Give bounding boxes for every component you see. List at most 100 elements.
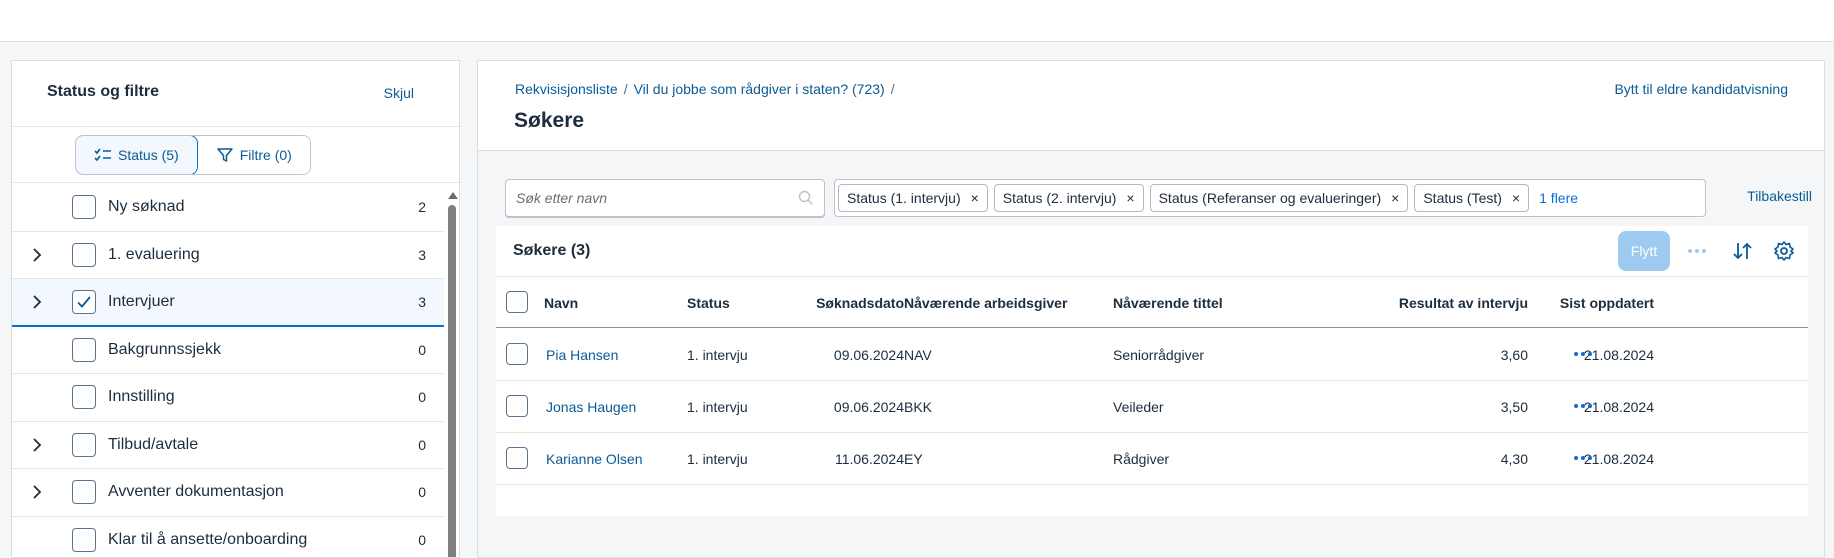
status-item-1-evaluering[interactable]: 1. evaluering 3	[12, 231, 444, 279]
chevron-right-icon[interactable]	[30, 485, 44, 499]
filter-token[interactable]: Status (2. intervju) ×	[993, 184, 1144, 212]
row-actions-icon[interactable]	[1574, 404, 1592, 408]
panel-title: Status og filtre	[47, 83, 160, 100]
status-filter-tokenizer[interactable]: Status (1. intervju) × Status (2. interv…	[834, 179, 1706, 217]
checkmark-icon	[77, 296, 91, 308]
token-close-icon[interactable]: ×	[1512, 190, 1520, 206]
applicant-name-link[interactable]: Pia Hansen	[546, 347, 618, 363]
breadcrumb: Rekvisisjonsliste / Vil du jobbe som rådgi…	[515, 81, 901, 97]
scroll-up-arrow-icon[interactable]	[448, 192, 458, 199]
reset-filters-link[interactable]: Tilbakestill	[1747, 188, 1812, 204]
scrollbar-thumb[interactable]	[448, 205, 456, 557]
column-header-last-updated[interactable]: Sist oppdatert	[1560, 295, 1654, 311]
token-label: Status (1. intervju)	[847, 190, 961, 206]
status-count: 0	[418, 484, 426, 501]
token-label: Status (2. intervju)	[1002, 190, 1117, 206]
status-item-bakgrunnssjekk[interactable]: Bakgrunnssjekk 0	[12, 326, 444, 374]
status-segment-button[interactable]: Status (5)	[75, 136, 198, 174]
chevron-right-icon[interactable]	[30, 438, 44, 452]
status-checkbox[interactable]	[72, 242, 96, 267]
row-checkbox[interactable]	[506, 447, 528, 469]
applicant-name-link[interactable]: Karianne Olsen	[546, 451, 643, 467]
column-header-status[interactable]: Status	[687, 295, 730, 311]
table-title: Søkere (3)	[513, 242, 591, 259]
status-checkbox[interactable]	[72, 432, 96, 457]
status-count: 0	[418, 531, 426, 548]
breadcrumb-separator: /	[890, 81, 895, 97]
status-checkbox[interactable]	[72, 337, 96, 362]
status-label: Tilbud/avtale	[108, 435, 199, 453]
cell-status: 1. intervju	[687, 347, 748, 363]
status-segment-label: Status (5)	[118, 147, 179, 163]
status-checkbox[interactable]	[72, 195, 96, 220]
status-item-innstilling[interactable]: Innstilling 0	[12, 374, 444, 422]
column-header-current-title[interactable]: Nåværende tittel	[1113, 295, 1223, 311]
status-item-tilbud-avtale[interactable]: Tilbud/avtale 0	[12, 421, 444, 469]
checklist-icon	[94, 148, 111, 162]
sort-icon[interactable]	[1730, 238, 1756, 264]
panel-header: Status og filtre Skjul	[12, 61, 459, 127]
status-checkbox[interactable]	[72, 527, 96, 552]
cell-current-title: Rådgiver	[1113, 451, 1170, 467]
segmented-button: Status (5) Filtre (0)	[75, 135, 311, 175]
row-actions-icon[interactable]	[1574, 456, 1592, 460]
cell-status: 1. intervju	[687, 451, 748, 467]
token-close-icon[interactable]: ×	[971, 190, 979, 206]
cell-status: 1. intervju	[687, 399, 748, 415]
row-actions-icon[interactable]	[1574, 352, 1592, 356]
cell-current-title: Seniorrådgiver	[1113, 347, 1205, 363]
cell-current-employer: BKK	[904, 399, 933, 415]
table-header-row: Navn Status Søknadsdato Nåværende arbeid…	[496, 276, 1808, 328]
breadcrumb-separator: /	[623, 81, 628, 97]
status-item-klar-til-a-ansette[interactable]: Klar til å ansette/onboarding 0	[12, 516, 444, 557]
chevron-right-icon[interactable]	[30, 295, 44, 309]
applicants-panel: Rekvisisjonsliste / Vil du jobbe som rådgi…	[477, 60, 1825, 558]
table-row[interactable]: Jonas Haugen 1. intervju 09.06.2024 BKK …	[496, 381, 1808, 433]
status-item-avventer-dokumentasjon[interactable]: Avventer dokumentasjon 0	[12, 469, 444, 517]
cell-last-updated: 21.08.2024	[1583, 347, 1654, 363]
status-label: Innstilling	[108, 388, 175, 406]
row-checkbox[interactable]	[506, 343, 528, 365]
cell-application-date: 11.06.2024	[834, 451, 904, 467]
filter-token[interactable]: Status (1. intervju) ×	[838, 184, 988, 212]
column-header-current-employer[interactable]: Nåværende arbeidsgiver	[904, 295, 1067, 311]
breadcrumb-job-posting[interactable]: Vil du jobbe som rådgiver i staten? (723…	[634, 81, 885, 97]
column-header-interview-result[interactable]: Resultat av intervju	[1399, 295, 1528, 311]
status-checkbox[interactable]	[72, 385, 96, 410]
search-placeholder: Søk etter navn	[516, 190, 608, 206]
status-item-ny-soknad[interactable]: Ny søknad 2	[12, 184, 444, 232]
column-header-application-date[interactable]: Søknadsdato	[816, 295, 904, 311]
row-checkbox[interactable]	[506, 395, 528, 417]
segment-bar: Status (5) Filtre (0)	[12, 127, 459, 183]
token-label: Status (Test)	[1423, 190, 1502, 206]
status-checkbox-checked[interactable]	[72, 289, 96, 314]
table-row[interactable]: Karianne Olsen 1. intervju 11.06.2024 EY…	[496, 433, 1808, 485]
status-label: Ny søknad	[108, 198, 185, 216]
table-row[interactable]: Pia Hansen 1. intervju 09.06.2024 NAV Se…	[496, 329, 1808, 381]
filters-segment-label: Filtre (0)	[239, 147, 292, 163]
filter-token[interactable]: Status (Test) ×	[1414, 184, 1530, 212]
cell-current-title: Veileder	[1113, 399, 1164, 415]
move-button[interactable]: Flytt	[1618, 231, 1670, 271]
column-header-name[interactable]: Navn	[544, 295, 578, 311]
select-all-checkbox[interactable]	[506, 291, 528, 313]
chevron-right-icon[interactable]	[30, 248, 44, 262]
breadcrumb-requisition-list[interactable]: Rekvisisjonsliste	[515, 81, 618, 97]
search-input[interactable]: Søk etter navn	[505, 179, 825, 217]
hide-panel-link[interactable]: Skjul	[384, 85, 414, 101]
switch-to-legacy-view-link[interactable]: Bytt til eldre kandidatvisning	[1614, 81, 1788, 97]
filters-segment-button[interactable]: Filtre (0)	[197, 136, 310, 174]
filter-token[interactable]: Status (Referanser og evalueringer) ×	[1149, 184, 1409, 212]
applicant-name-link[interactable]: Jonas Haugen	[546, 399, 636, 415]
status-count: 0	[418, 389, 426, 406]
status-label: Bakgrunnssjekk	[108, 340, 221, 358]
more-actions-icon[interactable]	[1682, 240, 1712, 262]
more-tokens-link[interactable]: 1 flere	[1539, 190, 1578, 206]
page-title: Søkere	[514, 109, 585, 132]
status-item-intervjuer[interactable]: Intervjuer 3	[12, 279, 444, 327]
token-close-icon[interactable]: ×	[1126, 190, 1134, 206]
status-list-scrollbar[interactable]	[445, 188, 459, 557]
settings-gear-icon[interactable]	[1771, 238, 1797, 264]
status-checkbox[interactable]	[72, 480, 96, 505]
token-close-icon[interactable]: ×	[1391, 190, 1399, 206]
